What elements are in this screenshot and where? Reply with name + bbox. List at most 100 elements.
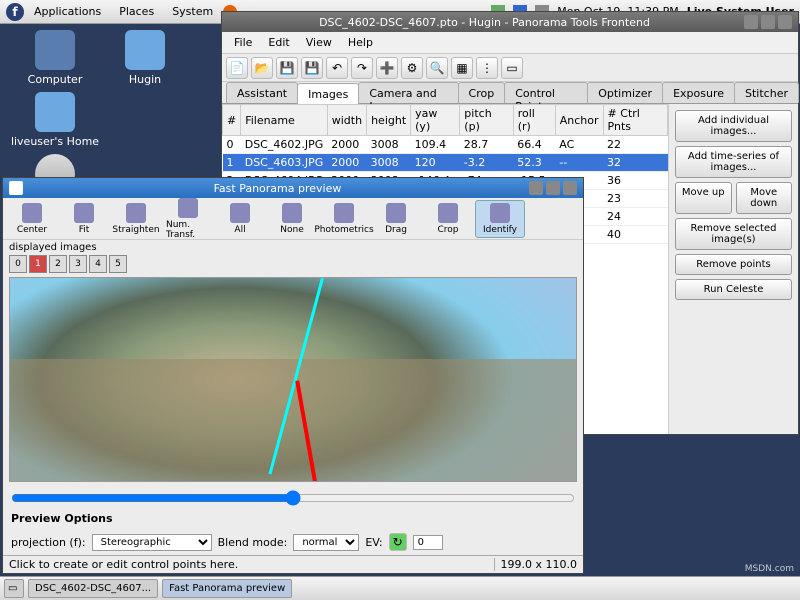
- desktop-icon-hugin[interactable]: Hugin: [100, 30, 190, 86]
- maximize-icon[interactable]: [761, 15, 775, 29]
- remove-pointsbutton[interactable]: Remove points: [675, 254, 792, 275]
- minimize-icon[interactable]: [529, 181, 543, 195]
- column-header[interactable]: pitch (p): [460, 105, 513, 136]
- tab-control-points[interactable]: Control Points: [504, 82, 588, 103]
- column-header[interactable]: yaw (y): [411, 105, 460, 136]
- move-upbutton[interactable]: Move up: [675, 182, 732, 214]
- tool-drag[interactable]: Drag: [371, 200, 421, 238]
- add-time-series-of-images-button[interactable]: Add time-series of images...: [675, 146, 792, 178]
- tab-stitcher[interactable]: Stitcher: [734, 82, 799, 103]
- close-icon[interactable]: [563, 181, 577, 195]
- panorama-canvas[interactable]: [9, 277, 577, 482]
- fedora-logo-icon[interactable]: f: [6, 3, 24, 21]
- desktop-icon-home[interactable]: liveuser's Home: [10, 92, 100, 148]
- ev-input[interactable]: [413, 535, 443, 550]
- optimize-icon[interactable]: ⚙: [401, 57, 423, 79]
- hugin-titlebar[interactable]: DSC_4602-DSC_4607.pto - Hugin - Panorama…: [222, 12, 798, 32]
- table-row[interactable]: 0DSC_4602.JPG20003008109.428.766.4AC22: [223, 136, 668, 154]
- apps-menu[interactable]: Applications: [26, 2, 109, 21]
- tab-exposure[interactable]: Exposure: [662, 82, 735, 103]
- table-row[interactable]: 1DSC_4603.JPG20003008120-3.252.3--32: [223, 154, 668, 172]
- add-individual-images-button[interactable]: Add individual images...: [675, 110, 792, 142]
- places-menu[interactable]: Places: [111, 2, 162, 21]
- close-icon[interactable]: [778, 15, 792, 29]
- watermark: MSDN.com: [745, 564, 794, 574]
- tool-identify[interactable]: Identify: [475, 200, 525, 238]
- taskbar-item[interactable]: DSC_4602-DSC_4607...: [28, 579, 158, 598]
- refresh-icon[interactable]: ↻: [389, 533, 407, 551]
- tab-images[interactable]: Images: [297, 83, 359, 104]
- view-menu[interactable]: View: [298, 33, 340, 52]
- displayed-images-label: displayed images: [3, 240, 583, 255]
- all-icon: [230, 203, 250, 223]
- none-icon: [282, 203, 302, 223]
- preview-titlebar[interactable]: Fast Panorama preview: [3, 178, 583, 198]
- column-header[interactable]: height: [367, 105, 411, 136]
- tool-num-transf-[interactable]: Num. Transf.: [163, 195, 213, 243]
- minimize-icon[interactable]: [744, 15, 758, 29]
- identify-icon: [490, 203, 510, 223]
- stitch-icon[interactable]: ▭: [501, 57, 523, 79]
- drag-icon: [386, 203, 406, 223]
- save-icon[interactable]: 💾: [276, 57, 298, 79]
- remove-selected-image-s-button[interactable]: Remove selected image(s): [675, 218, 792, 250]
- tool-photometrics[interactable]: Photometrics: [319, 200, 369, 238]
- file-menu[interactable]: File: [226, 33, 260, 52]
- bottom-panel: ▭ DSC_4602-DSC_4607... Fast Panorama pre…: [0, 576, 800, 600]
- display-image-toggle[interactable]: 5: [109, 255, 127, 273]
- display-image-toggle[interactable]: 3: [69, 255, 87, 273]
- display-image-toggle[interactable]: 4: [89, 255, 107, 273]
- column-header[interactable]: Anchor: [555, 105, 603, 136]
- edit-menu[interactable]: Edit: [260, 33, 297, 52]
- crop-icon: [438, 203, 458, 223]
- column-header[interactable]: #: [223, 105, 241, 136]
- hugin-side-panel: Add individual images... Add time-series …: [668, 104, 798, 434]
- saveas-icon[interactable]: 💾: [301, 57, 323, 79]
- hugin-menubar: File Edit View Help: [222, 32, 798, 54]
- ev-label: EV:: [365, 536, 382, 549]
- projection-select[interactable]: Stereographic: [92, 534, 212, 551]
- redo-icon[interactable]: ↷: [351, 57, 373, 79]
- column-header[interactable]: # Ctrl Pnts: [603, 105, 667, 136]
- run-celestebutton[interactable]: Run Celeste: [675, 279, 792, 300]
- show-desktop-icon[interactable]: ▭: [4, 579, 24, 598]
- column-header[interactable]: Filename: [241, 105, 328, 136]
- undo-icon[interactable]: ↶: [326, 57, 348, 79]
- tool-fit[interactable]: Fit: [59, 200, 109, 238]
- display-image-toggle[interactable]: 2: [49, 255, 67, 273]
- tab-camera-and-lens[interactable]: Camera and Lens: [358, 82, 458, 103]
- blend-label: Blend mode:: [218, 536, 288, 549]
- add-icon[interactable]: ➕: [376, 57, 398, 79]
- tab-crop[interactable]: Crop: [458, 82, 506, 103]
- preview-window: Fast Panorama preview CenterFitStraighte…: [2, 177, 584, 574]
- fit-icon: [74, 203, 94, 223]
- tool-all[interactable]: All: [215, 200, 265, 238]
- hugin-tabs: AssistantImagesCamera and LensCropContro…: [222, 82, 798, 104]
- taskbar-item[interactable]: Fast Panorama preview: [162, 579, 292, 598]
- maximize-icon[interactable]: [546, 181, 560, 195]
- desktop-icon-computer[interactable]: Computer: [10, 30, 100, 86]
- tab-optimizer[interactable]: Optimizer: [587, 82, 663, 103]
- display-image-toggle[interactable]: 0: [9, 255, 27, 273]
- tab-assistant[interactable]: Assistant: [226, 82, 298, 103]
- straighten-icon: [126, 203, 146, 223]
- tool-center[interactable]: Center: [7, 200, 57, 238]
- preview-icon[interactable]: 🔍: [426, 57, 448, 79]
- hugin-toolbar: 📄 📂 💾 💾 ↶ ↷ ➕ ⚙ 🔍 ▦ ⋮ ▭: [222, 54, 798, 82]
- blend-select[interactable]: normal: [293, 534, 359, 551]
- new-icon[interactable]: 📄: [226, 57, 248, 79]
- tool-straighten[interactable]: Straighten: [111, 200, 161, 238]
- move-downbutton[interactable]: Move down: [736, 182, 793, 214]
- points-icon[interactable]: ⋮: [476, 57, 498, 79]
- tool-crop[interactable]: Crop: [423, 200, 473, 238]
- column-header[interactable]: roll (r): [513, 105, 555, 136]
- gl-icon[interactable]: ▦: [451, 57, 473, 79]
- open-icon[interactable]: 📂: [251, 57, 273, 79]
- tool-none[interactable]: None: [267, 200, 317, 238]
- app-icon: [9, 181, 23, 195]
- system-menu[interactable]: System: [164, 2, 221, 21]
- help-menu[interactable]: Help: [340, 33, 381, 52]
- column-header[interactable]: width: [327, 105, 366, 136]
- display-image-toggle[interactable]: 1: [29, 255, 47, 273]
- fov-slider[interactable]: [11, 490, 575, 506]
